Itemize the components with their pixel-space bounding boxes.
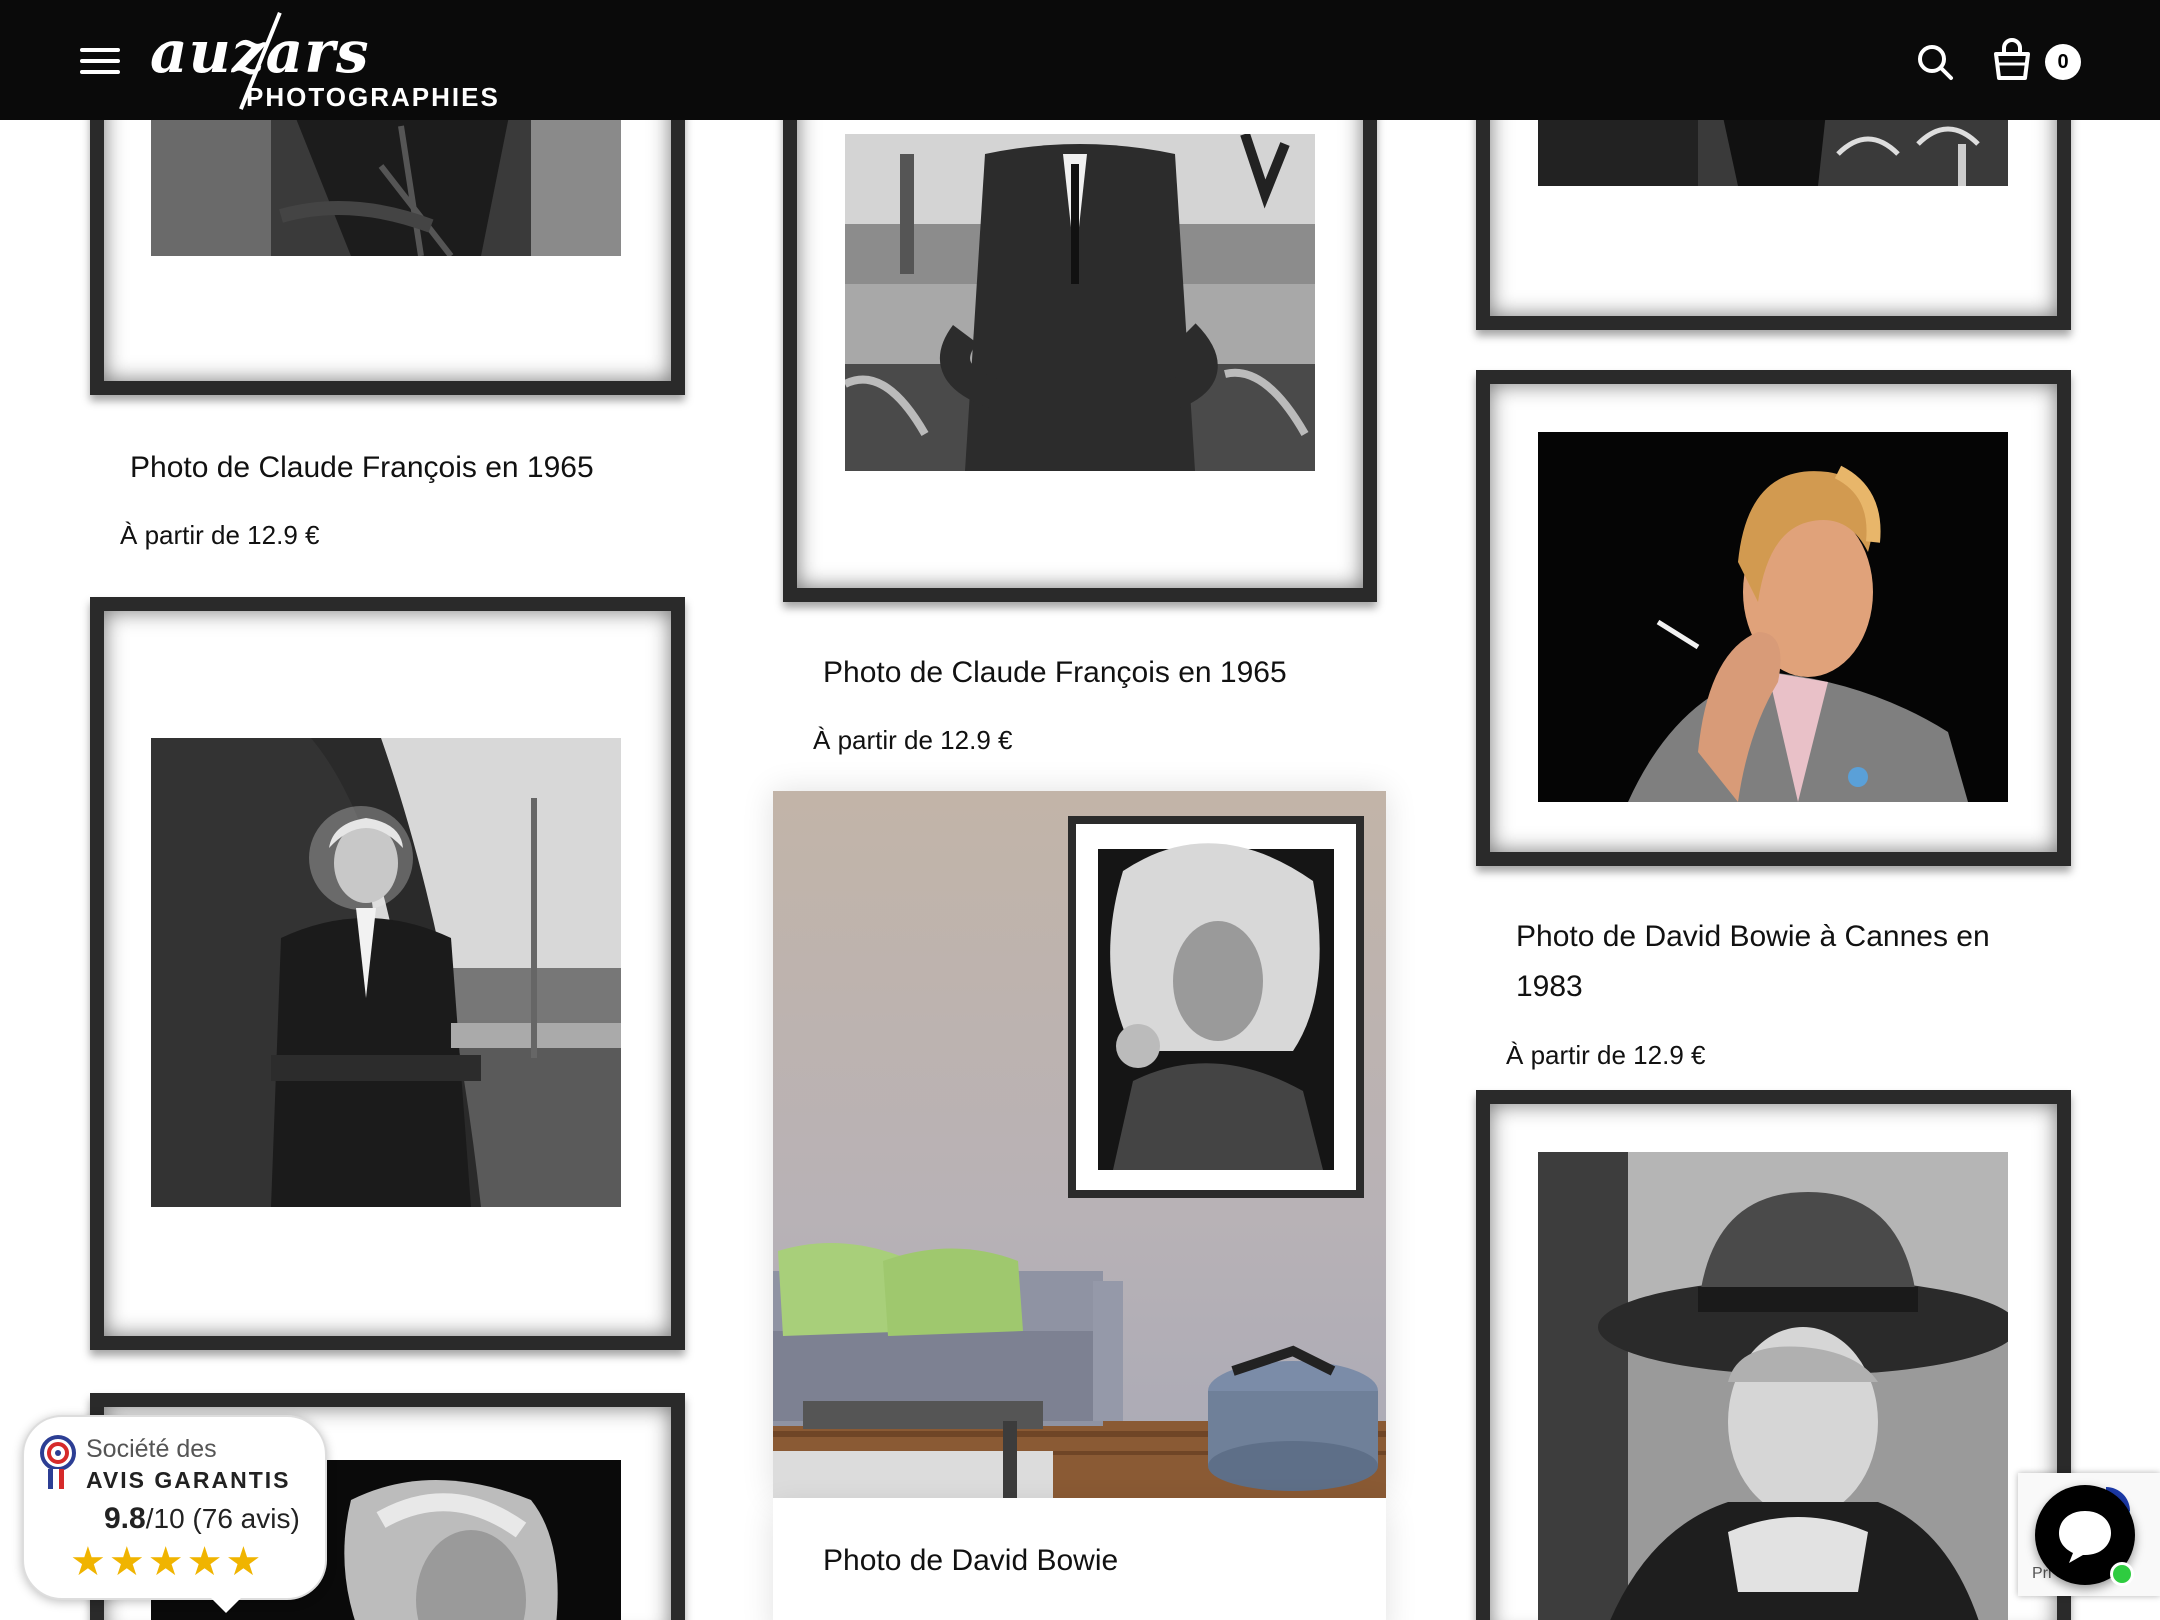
reviews-score-scale: /10 (76 avis) — [145, 1503, 300, 1534]
logo-subtitle: PHOTOGRAPHIES — [246, 82, 500, 112]
product-frame-bowie-cannes[interactable] — [1476, 370, 2071, 866]
product-title[interactable]: Photo de Claude François en 1965 — [823, 648, 1287, 698]
chat-bubble-icon — [2059, 1511, 2111, 1563]
reviews-stars-icon: ★★★★★ — [70, 1540, 265, 1584]
reviews-score: 9.8/10 (76 avis) — [104, 1502, 300, 1536]
product-photo — [845, 134, 1315, 471]
avis-garantis-badge[interactable]: Société des AVIS GARANTIS 9.8/10 (76 avi… — [22, 1415, 327, 1600]
chat-online-status-icon — [2110, 1562, 2134, 1586]
product-frame-claude-2[interactable] — [90, 597, 685, 1350]
product-title[interactable]: Photo de David Bowie — [823, 1536, 1118, 1586]
cart-count-badge[interactable]: 0 — [2045, 44, 2081, 80]
logo-script-text: auzars — [150, 18, 370, 86]
product-price: À partir de 12.9 € — [1506, 1040, 1706, 1070]
hamburger-menu-icon[interactable] — [80, 48, 120, 74]
france-flag-icon — [48, 1469, 64, 1489]
product-frame-bowie-hat[interactable] — [1476, 1090, 2071, 1620]
basket-icon[interactable] — [1992, 38, 2032, 82]
product-photo — [1538, 432, 2008, 802]
product-title[interactable]: Photo de David Bowie à Cannes en — [1516, 912, 1990, 962]
reviews-label-line1: Société des — [86, 1435, 217, 1463]
reviews-badge-pointer — [208, 1595, 244, 1613]
reviews-label-line2: AVIS GARANTIS — [86, 1467, 291, 1493]
product-photo — [151, 106, 621, 256]
product-price: À partir de 12.9 € — [813, 725, 1013, 755]
product-title-continued[interactable]: 1983 — [1516, 962, 1583, 1012]
product-photo — [1538, 1152, 2008, 1620]
site-header: auzars PHOTOGRAPHIES 0 — [0, 0, 2160, 120]
product-frame-claude-3[interactable] — [783, 40, 1377, 602]
reviews-score-value: 9.8 — [104, 1502, 146, 1535]
room-mockup-image — [773, 791, 1386, 1498]
avis-garantis-logo-icon — [40, 1435, 76, 1471]
search-icon[interactable] — [1915, 42, 1955, 82]
product-mockup-bowie-room[interactable] — [773, 791, 1386, 1498]
product-title[interactable]: Photo de Claude François en 1965 — [130, 443, 594, 493]
product-price: À partir de 12.9 € — [120, 520, 320, 550]
site-logo[interactable]: auzars PHOTOGRAPHIES — [150, 10, 520, 114]
product-photo — [151, 738, 621, 1207]
